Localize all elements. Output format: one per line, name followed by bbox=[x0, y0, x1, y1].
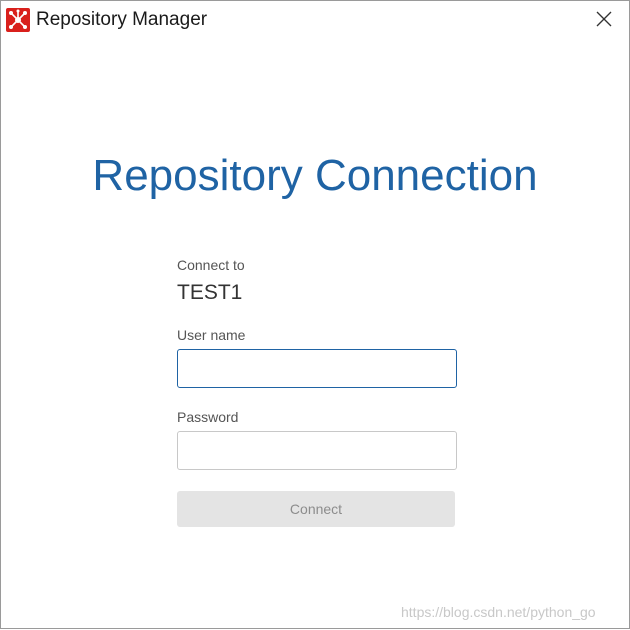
window-title: Repository Manager bbox=[36, 9, 208, 30]
connect-to-value: TEST1 bbox=[177, 281, 243, 304]
close-button[interactable] bbox=[585, 3, 623, 35]
watermark-text: https://blog.csdn.net/python_go bbox=[401, 604, 596, 620]
title-bar: Repository Manager bbox=[1, 1, 629, 37]
connect-button[interactable]: Connect bbox=[177, 491, 455, 527]
username-label: User name bbox=[177, 327, 246, 343]
password-input[interactable] bbox=[177, 431, 457, 470]
password-label: Password bbox=[177, 409, 239, 425]
page-heading: Repository Connection bbox=[92, 151, 538, 200]
username-input[interactable] bbox=[177, 349, 457, 388]
connect-to-label: Connect to bbox=[177, 257, 245, 273]
repository-manager-app-icon bbox=[6, 8, 30, 32]
close-icon bbox=[596, 11, 612, 27]
repository-manager-window: Repository Manager Repository Connection… bbox=[0, 0, 630, 629]
